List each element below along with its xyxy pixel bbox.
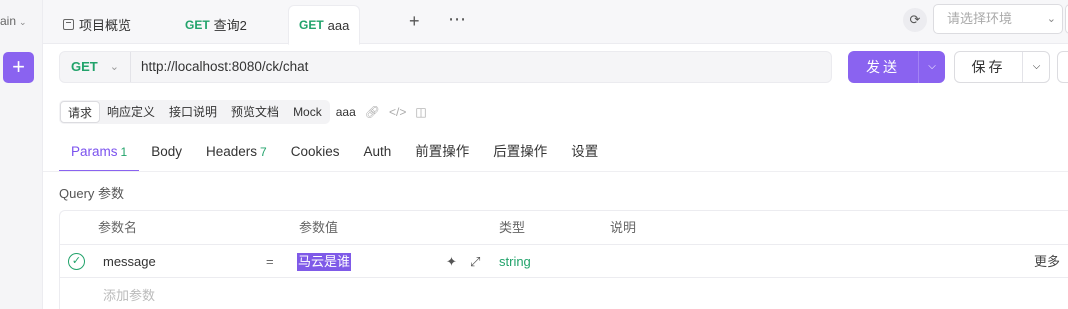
url-bar: GET ⌄ http://localhost:8080/ck/chat (59, 51, 832, 83)
chevron-down-icon[interactable]: ⌵ (1022, 52, 1050, 82)
param-value[interactable]: 马云是谁 (297, 253, 352, 271)
extra-button[interactable] (1057, 51, 1068, 83)
plus-icon: + (12, 54, 25, 79)
subtab-cookies[interactable]: Cookies (279, 137, 352, 172)
doc-icon (63, 19, 74, 30)
save-button[interactable]: 保存 ⌵ (954, 51, 1050, 83)
send-label: 发送 (866, 59, 900, 75)
workspace-label: ain (0, 14, 17, 28)
param-type[interactable]: string (499, 245, 531, 278)
tab-aaa[interactable]: GET aaa (288, 5, 361, 45)
workspace-selector[interactable]: ain ⌄ (0, 14, 27, 28)
mode-tabs: 请求 响应定义 接口说明 预览文档 Mock aaa 🔗︎ </> ◫ (59, 100, 427, 124)
tab-method: GET (299, 18, 324, 32)
subtab-count: 7 (260, 145, 267, 159)
column-header-desc: 说明 (610, 220, 637, 235)
subtab-label: Headers (205, 144, 258, 159)
more-button[interactable]: 更多 (1034, 245, 1060, 278)
mode-tab-response[interactable]: 响应定义 (100, 101, 162, 123)
column-header-type: 类型 (499, 220, 526, 235)
divider (43, 171, 1068, 172)
subtab-label: 前置操作 (415, 144, 470, 159)
tab-query2[interactable]: GET 查询2 (185, 5, 247, 44)
method-select[interactable]: GET ⌄ (60, 52, 131, 82)
ellipsis-icon[interactable]: ⋯ (448, 10, 466, 28)
chevron-down-icon: ⌄ (109, 61, 119, 73)
subtab-post-ops[interactable]: 后置操作 (481, 137, 559, 172)
subtab-params[interactable]: Params 1 (59, 137, 140, 172)
tab-label: 项目概览 (79, 18, 132, 33)
request-name: aaa (335, 105, 356, 119)
subtab-headers[interactable]: Headers 7 (194, 137, 279, 172)
magic-wand-icon[interactable]: ✦ (446, 245, 457, 278)
panel-icon[interactable]: ◫ (415, 105, 426, 119)
mode-tab-preview[interactable]: 预览文档 (224, 101, 286, 123)
query-section-label: Query 参数 (59, 186, 125, 201)
expand-icon[interactable]: ⤢ (470, 245, 480, 278)
table-row: ✓ message = 马云是谁 ✦ ⤢ string 更多 (60, 244, 1068, 278)
mode-tab-mock[interactable]: Mock (286, 101, 329, 123)
save-label: 保存 (971, 59, 1006, 75)
subtab-label: Cookies (290, 144, 340, 159)
subtab-label: Params (71, 144, 118, 159)
tab-label: aaa (327, 17, 350, 33)
env-placeholder: 请选择环境 (947, 11, 1013, 26)
left-sidebar: ain ⌄ + (0, 0, 43, 309)
mode-group: 请求 响应定义 接口说明 预览文档 Mock (59, 100, 330, 124)
mode-tab-request[interactable]: 请求 (60, 101, 101, 123)
url-input[interactable]: http://localhost:8080/ck/chat (141, 52, 308, 82)
subtab-pre-ops[interactable]: 前置操作 (403, 137, 481, 172)
request-subtabs: Params 1 Body Headers 7 Cookies Auth 前置操作 … (59, 137, 610, 172)
send-button[interactable]: 发送 ⌵ (848, 51, 945, 83)
subtab-count: 1 (120, 145, 128, 159)
subtab-label: Auth (363, 144, 392, 159)
new-button[interactable]: + (3, 52, 34, 83)
subtab-label: Body (151, 144, 182, 159)
column-header-name: 参数名 (98, 220, 138, 235)
mode-tab-description[interactable]: 接口说明 (162, 101, 224, 123)
tab-method: GET (185, 17, 210, 32)
param-name[interactable]: message (103, 245, 156, 278)
column-header-value: 参数值 (299, 220, 339, 235)
link-icon[interactable]: 🔗︎ (365, 105, 380, 119)
subtab-label: 后置操作 (493, 144, 548, 159)
subtab-body[interactable]: Body (139, 137, 194, 172)
add-tab-icon[interactable]: + (409, 12, 420, 30)
chevron-down-icon: ⌄ (19, 17, 27, 27)
add-param-input[interactable]: 添加参数 (103, 285, 155, 304)
tab-bar: 项目概览 GET 查询2 GET aaa + ⋯ ⟳ 请选择环境 ⌄ (43, 0, 1068, 45)
tab-label: 查询2 (213, 18, 247, 33)
check-circle-icon[interactable]: ✓ (68, 253, 85, 270)
chevron-down-icon[interactable]: ⌵ (918, 51, 945, 83)
subtab-auth[interactable]: Auth (351, 137, 403, 172)
tab-project-overview[interactable]: 项目概览 (63, 5, 131, 44)
equals-sign: = (266, 254, 274, 269)
env-select[interactable]: 请选择环境 ⌄ (933, 4, 1063, 34)
chevron-down-icon: ⌄ (1046, 13, 1056, 25)
code-icon[interactable]: </> (389, 105, 406, 119)
refresh-icon[interactable]: ⟳ (903, 8, 927, 32)
method-value: GET (71, 59, 98, 74)
params-table: 参数名 参数值 类型 说明 ✓ message = 马云是谁 ✦ ⤢ strin… (59, 210, 1068, 309)
subtab-label: 设置 (571, 144, 599, 159)
subtab-settings[interactable]: 设置 (559, 137, 610, 172)
